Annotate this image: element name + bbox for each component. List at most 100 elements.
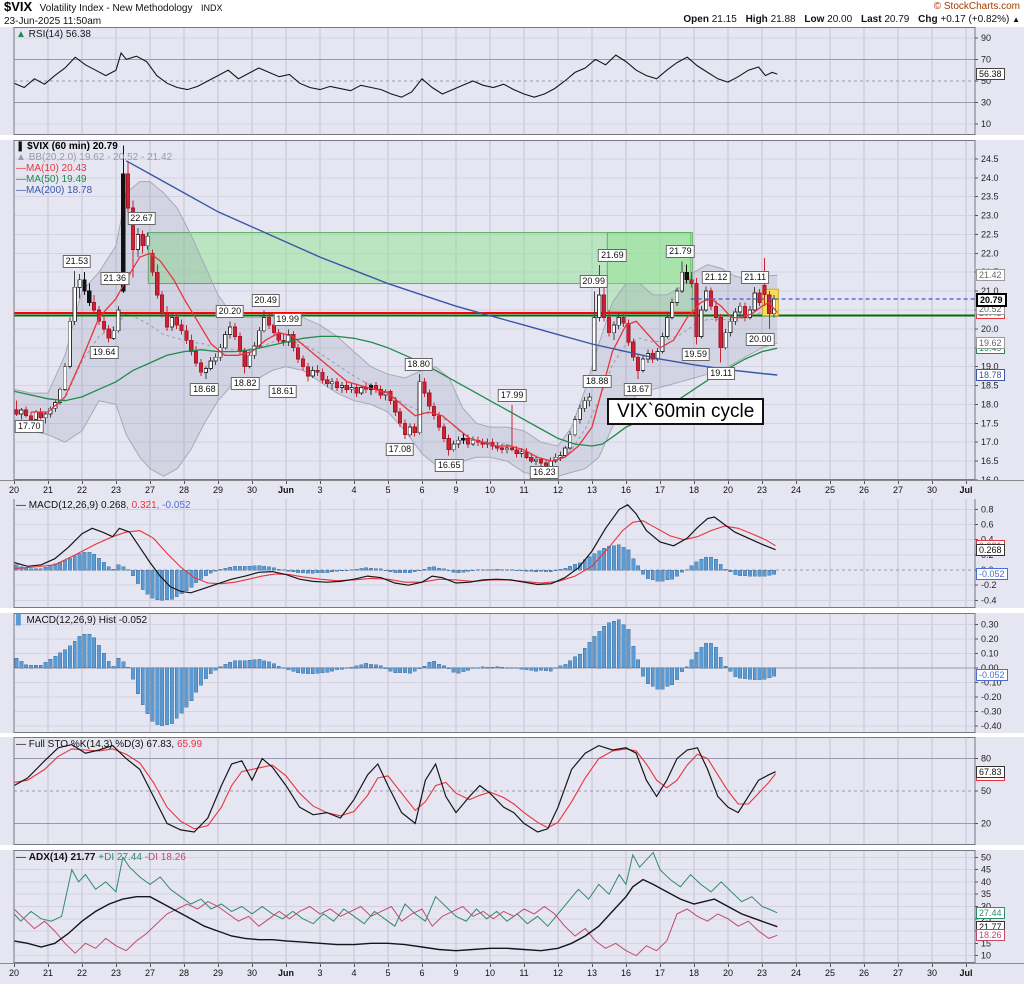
price-callout-label: 18.82: [230, 377, 260, 391]
x-axis-tick: [558, 481, 559, 484]
x-axis-tick: [150, 481, 151, 484]
svg-text:50: 50: [981, 852, 991, 862]
x-axis-tick: [830, 964, 831, 967]
price-legend-row: —MA(50) 19.49: [16, 174, 87, 185]
svg-text:22.5: 22.5: [981, 229, 999, 239]
x-axis-tick: [524, 964, 525, 967]
symbol: $VIX: [4, 0, 33, 14]
x-axis-date-label: 17: [654, 968, 666, 978]
sto-legend-text: 65.99: [174, 739, 203, 750]
svg-text:10: 10: [981, 951, 991, 961]
x-axis-date-label: 12: [552, 968, 564, 978]
x-axis-date-label: 23: [110, 485, 122, 495]
x-axis-tick: [592, 964, 593, 967]
x-axis-date-label: 30: [926, 485, 938, 495]
svg-text:22.0: 22.0: [981, 248, 999, 258]
x-axis-tick: [184, 964, 185, 967]
panel-rsi: 9070503010: [0, 27, 1024, 135]
line-swatch-icon: —: [16, 174, 26, 185]
svg-text:24.5: 24.5: [981, 154, 999, 164]
x-axis-date-label: 22: [76, 968, 88, 978]
x-axis-tick: [82, 481, 83, 484]
svg-text:18.0: 18.0: [981, 399, 999, 409]
chg-value: +0.17 (+0.82%): [940, 14, 1010, 25]
panel-hist: 0.300.200.100.00-0.10-0.20-0.30-0.40: [0, 613, 1024, 733]
svg-text:-0.20: -0.20: [981, 692, 1002, 702]
x-axis-date-label: 9: [453, 968, 459, 978]
line-swatch-icon: —: [16, 500, 29, 511]
adx-legend-text: +DI 27.44: [98, 852, 142, 863]
svg-text:17.0: 17.0: [981, 437, 999, 447]
x-axis-tick: [728, 481, 729, 484]
price-callout-label: 17.70: [15, 419, 44, 433]
copyright: © StockCharts.com: [933, 1, 1020, 12]
low-label: Low: [804, 14, 825, 25]
x-axis-tick: [898, 964, 899, 967]
x-axis-date-label: 4: [351, 485, 357, 495]
price-axis-value-bubble: 19.62: [976, 337, 1005, 350]
price-callout-label: 20.49: [251, 294, 280, 308]
x-axis-tick: [626, 964, 627, 967]
x-axis-date-label: 20: [722, 485, 734, 495]
adx-legend-row: — ADX(14) 21.77 +DI 27.44 -DI 18.26: [16, 852, 186, 863]
x-axis-tick: [796, 481, 797, 484]
price-axis-value-bubble: 20.79: [976, 293, 1007, 308]
x-axis-tick: [354, 481, 355, 484]
line-swatch-icon: —: [16, 185, 26, 196]
x-axis-tick: [626, 481, 627, 484]
macd-axis-value-bubble: -0.052: [976, 568, 1008, 580]
price-callout-label: 17.08: [385, 443, 415, 457]
price-legend-text: MA(50) 19.49: [26, 174, 87, 185]
x-axis-tick: [252, 964, 253, 967]
price-callout-label: 18.88: [582, 375, 612, 389]
adx-legend-text: ADX(14) 21.77: [28, 852, 99, 863]
x-axis-tick: [966, 964, 967, 967]
svg-text:30: 30: [981, 98, 991, 108]
x-axis-date-label: 29: [212, 968, 224, 978]
x-axis-date-label: 26: [858, 485, 870, 495]
adx-axis-value-bubble: 18.26: [976, 929, 1005, 942]
x-axis-tick: [422, 964, 423, 967]
x-axis-date-label: 27: [144, 485, 156, 495]
x-axis-date-label: 6: [419, 968, 425, 978]
hist-legend-text: MACD(12,26,9) Hist -0.052: [23, 615, 148, 626]
price-legend-row: —MA(10) 20.43: [16, 163, 87, 174]
x-axis-strip-2: 20 21 22 23 27 28 29 30 Jun 3 4 5 6 9 10 11 12 13 16 17 18 20…: [0, 963, 1024, 984]
x-axis-tick: [388, 964, 389, 967]
price-callout-label: 21.12: [701, 270, 731, 284]
x-axis-date-label: 18: [688, 968, 700, 978]
x-axis-tick: [796, 964, 797, 967]
x-axis-date-label: 10: [484, 485, 496, 495]
x-axis-tick: [694, 964, 695, 967]
svg-text:70: 70: [981, 54, 991, 64]
x-axis-tick: [320, 481, 321, 484]
x-axis-tick: [490, 964, 491, 967]
x-axis-date-label: 4: [351, 968, 357, 978]
stockcharts-page: { "header": { "symbol": "$VIX", "desc": …: [0, 0, 1024, 984]
high-label: High: [745, 14, 768, 25]
x-axis-date-label: 28: [178, 968, 190, 978]
svg-text:50: 50: [981, 786, 991, 796]
x-axis-tick: [252, 481, 253, 484]
svg-text:90: 90: [981, 33, 991, 43]
price-callout-label: 21.79: [666, 245, 695, 259]
rsi-axis-value-bubble: 56.38: [976, 68, 1005, 81]
x-axis-tick: [490, 481, 491, 484]
price-callout-label: 22.67: [127, 212, 156, 226]
x-axis-tick: [218, 964, 219, 967]
macd-legend-text: , -0.052: [156, 500, 191, 511]
histogram-icon: ▋: [16, 615, 24, 626]
x-axis-date-label: 25: [824, 968, 836, 978]
svg-text:-0.2: -0.2: [981, 580, 997, 590]
last-label: Last: [860, 14, 882, 25]
price-callout-label: 21.36: [100, 271, 129, 285]
x-axis-tick: [558, 964, 559, 967]
x-axis-date-label: 30: [246, 485, 258, 495]
datetime: 23-Jun-2025 11:50am: [4, 16, 102, 27]
last-value: 20.79: [884, 14, 910, 25]
high-value: 21.88: [770, 14, 796, 25]
x-axis-tick: [388, 481, 389, 484]
x-axis-date-label: 3: [317, 485, 323, 495]
x-axis-date-label: 20: [8, 968, 20, 978]
x-axis-date-label: 20: [722, 968, 734, 978]
